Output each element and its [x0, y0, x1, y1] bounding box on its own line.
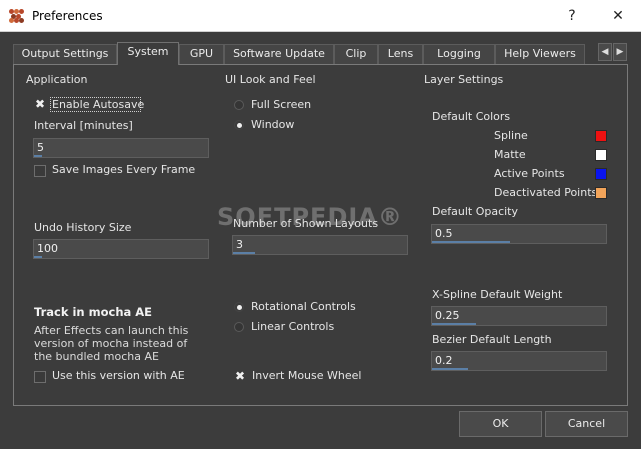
- interval-value: 5: [37, 141, 44, 154]
- window-label[interactable]: Window: [251, 118, 294, 131]
- undo-history-value: 100: [37, 242, 58, 255]
- layouts-slider-fill: [233, 252, 255, 254]
- spline-color-swatch[interactable]: [595, 130, 607, 142]
- interval-input[interactable]: 5: [33, 138, 209, 158]
- ui-look-heading: UI Look and Feel: [225, 73, 316, 86]
- default-opacity-input[interactable]: 0.5: [431, 224, 607, 244]
- use-version-label[interactable]: Use this version with AE: [52, 369, 185, 382]
- tab-lens[interactable]: Lens: [378, 44, 423, 64]
- app-icon: [9, 9, 25, 23]
- invert-wheel-checkbox[interactable]: ✖: [234, 370, 246, 383]
- undo-history-input[interactable]: 100: [33, 239, 209, 259]
- window-title: Preferences: [32, 9, 103, 23]
- undo-history-label: Undo History Size: [34, 221, 132, 234]
- default-opacity-value: 0.5: [435, 227, 453, 240]
- close-button[interactable]: ✕: [598, 4, 638, 28]
- shown-layouts-input[interactable]: 3: [232, 235, 408, 255]
- tab-output-settings[interactable]: Output Settings: [13, 44, 117, 64]
- save-images-label[interactable]: Save Images Every Frame: [52, 163, 195, 176]
- active-points-color-label: Active Points: [494, 167, 565, 180]
- tab-scroll-right-button[interactable]: ▶: [613, 43, 627, 61]
- xspline-weight-value: 0.25: [435, 309, 460, 322]
- title-bar: Preferences ? ✕: [0, 0, 641, 32]
- linear-controls-label[interactable]: Linear Controls: [251, 320, 334, 333]
- linear-controls-radio[interactable]: [234, 322, 244, 332]
- xspline-weight-label: X-Spline Default Weight: [432, 288, 563, 301]
- deactivated-points-color-swatch[interactable]: [595, 187, 607, 199]
- enable-autosave-checkbox[interactable]: ✖: [34, 98, 46, 111]
- use-version-checkbox[interactable]: [34, 371, 46, 383]
- invert-wheel-label[interactable]: Invert Mouse Wheel: [252, 369, 361, 382]
- tab-clip[interactable]: Clip: [334, 44, 378, 64]
- spline-color-label: Spline: [494, 129, 528, 142]
- bezier-length-value: 0.2: [435, 354, 453, 367]
- bezier-slider-fill: [432, 368, 468, 370]
- interval-label: Interval [minutes]: [34, 119, 133, 132]
- default-opacity-label: Default Opacity: [432, 205, 518, 218]
- matte-color-label: Matte: [494, 148, 526, 161]
- mocha-heading: Track in mocha AE: [34, 305, 153, 319]
- bezier-length-label: Bezier Default Length: [432, 333, 552, 346]
- rotational-controls-radio[interactable]: [234, 302, 244, 312]
- xspline-weight-input[interactable]: 0.25: [431, 306, 607, 326]
- tab-logging[interactable]: Logging: [423, 44, 495, 64]
- deactivated-points-color-label: Deactivated Points: [494, 186, 598, 199]
- active-points-color-swatch[interactable]: [595, 168, 607, 180]
- shown-layouts-value: 3: [236, 238, 243, 251]
- rotational-controls-label[interactable]: Rotational Controls: [251, 300, 356, 313]
- opacity-slider-fill: [432, 241, 510, 243]
- application-heading: Application: [26, 73, 88, 86]
- full-screen-label[interactable]: Full Screen: [251, 98, 311, 111]
- matte-color-swatch[interactable]: [595, 149, 607, 161]
- ok-button[interactable]: OK: [459, 411, 542, 437]
- help-button[interactable]: ?: [552, 4, 592, 28]
- bezier-length-input[interactable]: 0.2: [431, 351, 607, 371]
- window-radio[interactable]: [234, 120, 244, 130]
- cancel-button[interactable]: Cancel: [545, 411, 628, 437]
- mocha-description: After Effects can launch this version of…: [34, 324, 189, 363]
- full-screen-radio[interactable]: [234, 100, 244, 110]
- save-images-checkbox[interactable]: [34, 165, 46, 177]
- interval-slider-fill: [34, 155, 42, 157]
- tab-scroll-left-button[interactable]: ◀: [598, 43, 612, 61]
- tab-software-update[interactable]: Software Update: [224, 44, 334, 64]
- tab-help-viewers[interactable]: Help Viewers: [495, 44, 585, 64]
- softpedia-watermark: SOFTPEDIA®: [217, 203, 403, 231]
- tab-system[interactable]: System: [117, 42, 179, 65]
- default-colors-label: Default Colors: [432, 110, 511, 123]
- enable-autosave-label[interactable]: Enable Autosave: [52, 98, 144, 111]
- tab-gpu[interactable]: GPU: [179, 44, 224, 64]
- undo-slider-fill: [34, 256, 42, 258]
- layer-settings-heading: Layer Settings: [424, 73, 504, 86]
- xspline-slider-fill: [432, 323, 476, 325]
